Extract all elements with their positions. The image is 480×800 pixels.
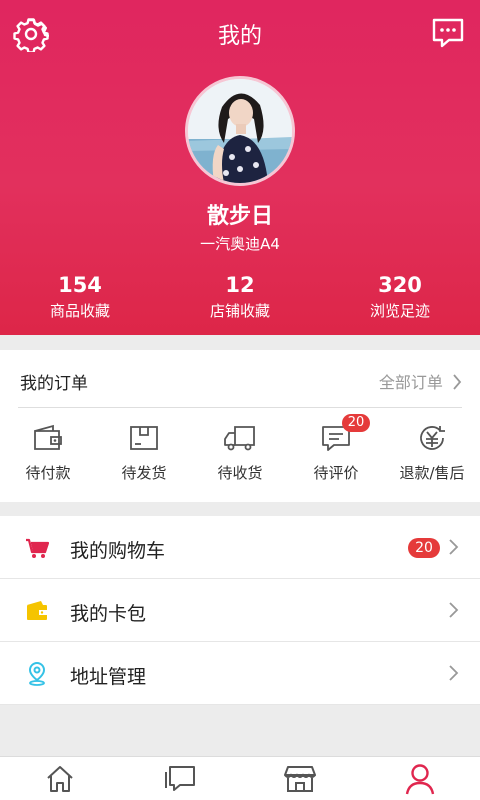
box-icon [130, 426, 158, 450]
stat-label: 店铺收藏 [209, 302, 270, 320]
menu-item-cart[interactable]: 我的购物车 20 [0, 516, 480, 579]
menu-item-label: 我的卡包 [70, 603, 147, 625]
tab-home[interactable] [0, 757, 120, 800]
stat-browse-history[interactable]: 320 浏览足迹 [320, 272, 480, 321]
order-tab-label: 待付款 [25, 464, 71, 482]
profile-header: 我的 散步日 一汽奥迪A4 154 商品收藏 12 店铺收藏 320 浏览足迹 [0, 0, 480, 335]
review-count-badge: 20 [342, 414, 370, 432]
cart-count-badge: 20 [408, 538, 440, 558]
bottom-tab-bar [0, 756, 480, 800]
user-nickname: 散步日 [206, 204, 273, 229]
card-wallet-icon [27, 601, 47, 620]
avatar[interactable] [185, 76, 295, 186]
tab-profile[interactable] [360, 757, 480, 800]
order-tab-label: 退款/售后 [399, 464, 465, 482]
chat-bubble-icon[interactable] [430, 15, 466, 51]
messages-icon [165, 765, 195, 791]
refund-yen-icon [420, 426, 445, 450]
stat-label: 浏览足迹 [369, 302, 430, 320]
wallet-icon [34, 424, 62, 450]
order-tab-pending-receipt[interactable]: 待收货 [192, 424, 288, 483]
chevron-right-icon [449, 602, 459, 618]
stat-value: 320 [378, 273, 422, 297]
menu-item-label: 我的购物车 [70, 540, 166, 562]
location-pin-icon [28, 662, 46, 686]
all-orders-link[interactable]: 全部订单 [379, 369, 462, 393]
order-tab-label: 待收货 [217, 464, 263, 482]
stat-label: 商品收藏 [49, 302, 110, 320]
chevron-right-icon [453, 374, 462, 390]
chevron-right-icon [449, 665, 459, 681]
user-icon [405, 763, 435, 794]
cart-icon [26, 538, 49, 558]
stat-product-favorites[interactable]: 154 商品收藏 [0, 272, 160, 321]
order-tab-pending-review[interactable]: 待评价 20 [288, 414, 384, 483]
page-title: 我的 [217, 24, 262, 49]
menu-item-address[interactable]: 地址管理 [0, 642, 480, 705]
orders-header: 我的订单 全部订单 [18, 350, 462, 408]
store-icon [284, 765, 316, 792]
order-tab-label: 待评价 [313, 464, 359, 482]
order-tab-refund[interactable]: 退款/售后 [384, 424, 480, 483]
order-status-tabs: 待付款 待发货 待收货 待评价 20 退款/售后 [0, 414, 480, 494]
home-icon [47, 765, 73, 792]
tab-store[interactable] [240, 757, 360, 800]
menu-item-label: 地址管理 [70, 666, 147, 688]
user-car-model: 一汽奥迪A4 [200, 235, 280, 253]
menu-item-card-wallet[interactable]: 我的卡包 [0, 579, 480, 642]
stat-value: 12 [225, 273, 255, 297]
stat-store-favorites[interactable]: 12 店铺收藏 [160, 272, 320, 321]
stat-value: 154 [58, 273, 102, 297]
orders-section: 我的订单 全部订单 待付款 待发货 待收货 待评价 20 退款/售后 [0, 350, 480, 502]
chevron-right-icon [449, 539, 459, 555]
truck-icon [224, 426, 255, 451]
order-tab-pending-shipment[interactable]: 待发货 [96, 424, 192, 483]
all-orders-label: 全部订单 [378, 373, 443, 392]
order-tab-pending-payment[interactable]: 待付款 [0, 424, 96, 483]
menu-list: 我的购物车 20 我的卡包 地址管理 [0, 516, 480, 705]
tab-messages[interactable] [120, 757, 240, 800]
stats-row: 154 商品收藏 12 店铺收藏 320 浏览足迹 [0, 272, 480, 321]
orders-title: 我的订单 [20, 374, 88, 394]
order-tab-label: 待发货 [121, 464, 167, 482]
